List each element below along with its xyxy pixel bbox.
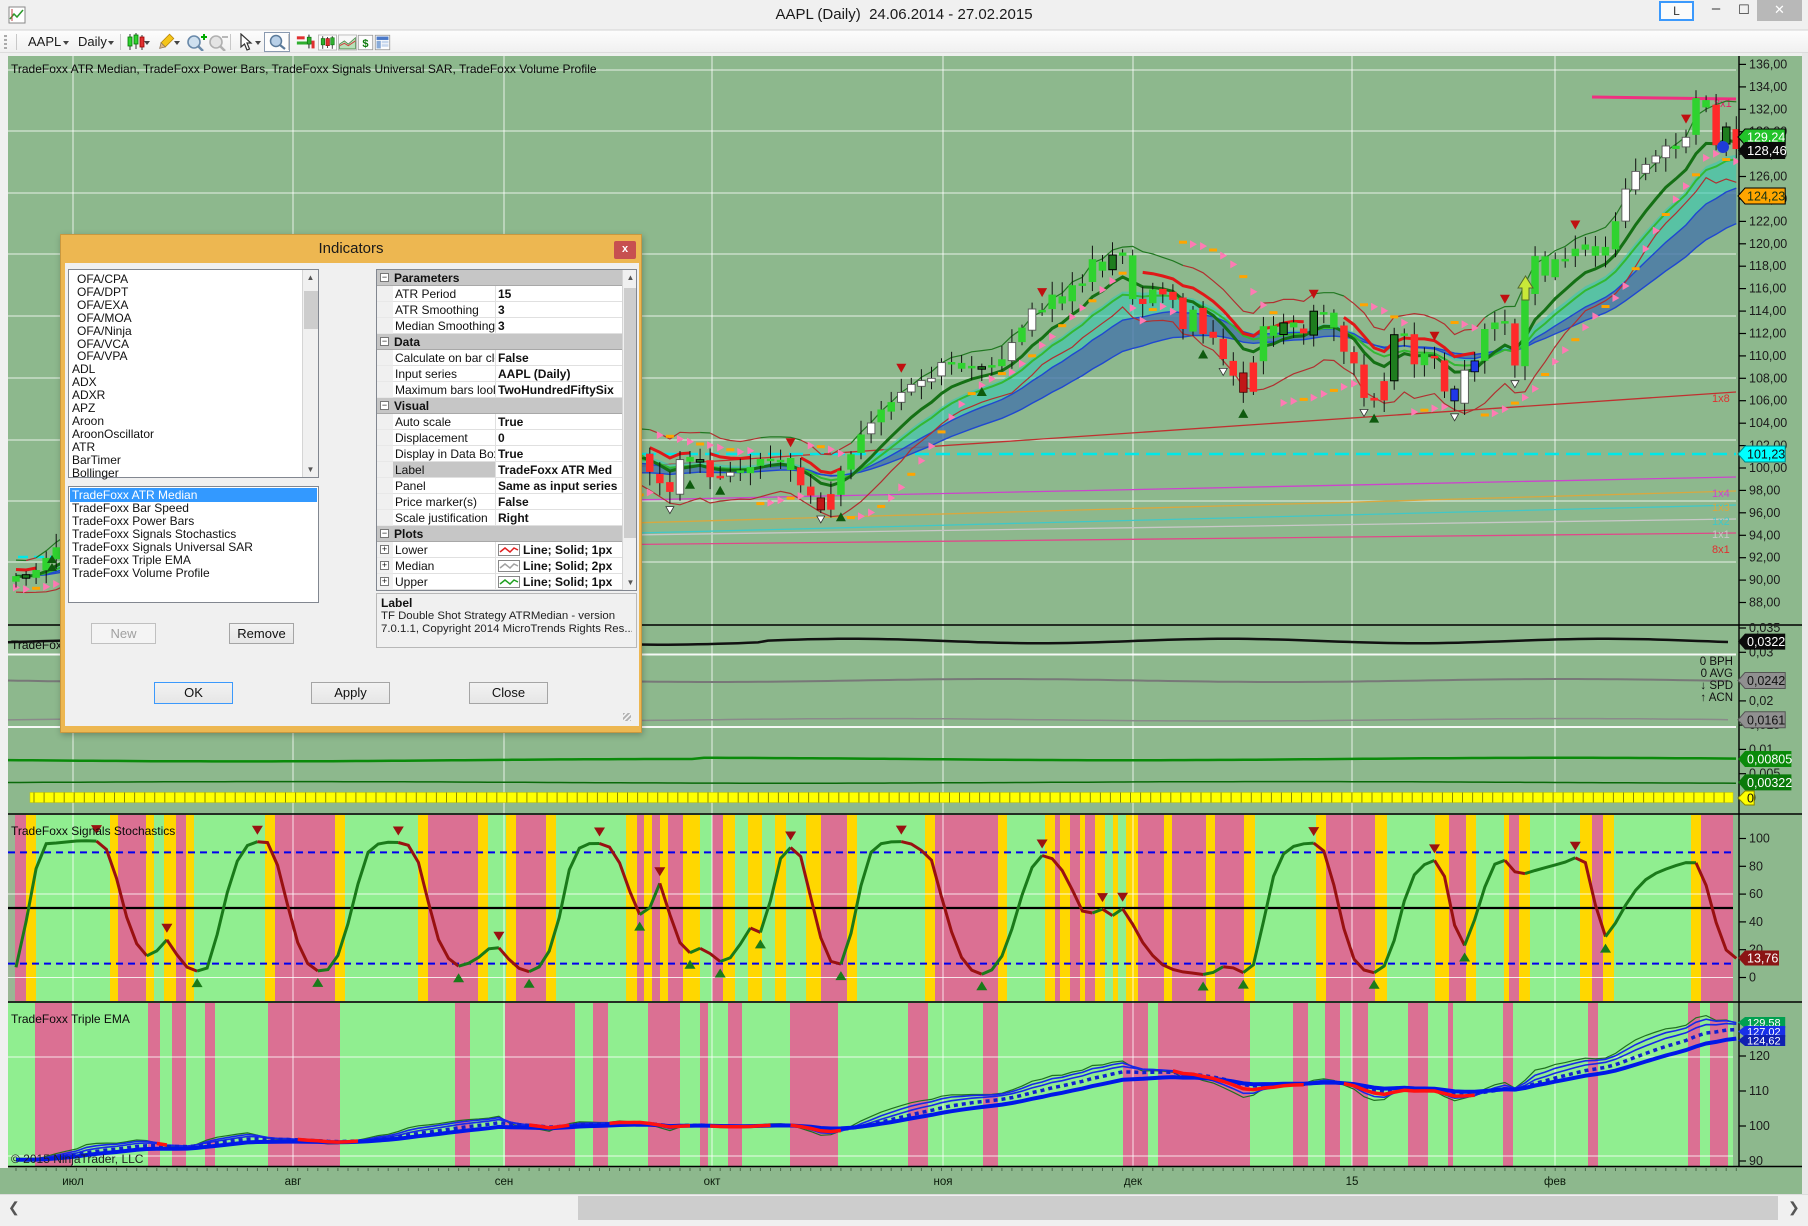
svg-text:120,00: 120,00 (1749, 237, 1787, 251)
svg-text:1x2: 1x2 (1712, 516, 1730, 528)
svg-text:100,00: 100,00 (1749, 461, 1787, 475)
svg-text:120: 120 (1749, 1049, 1770, 1063)
svg-text:↓ SPD: ↓ SPD (1700, 680, 1733, 692)
svg-text:112,00: 112,00 (1749, 327, 1786, 341)
svg-text:0,00805: 0,00805 (1747, 753, 1792, 767)
svg-text:108,00: 108,00 (1749, 371, 1787, 385)
svg-text:8x1: 8x1 (1712, 544, 1730, 556)
svg-text:96,00: 96,00 (1749, 506, 1780, 520)
svg-text:124,62: 124,62 (1747, 1036, 1781, 1048)
svg-text:40: 40 (1749, 915, 1763, 929)
svg-text:TradeFoxx ATR Median, TradeFox: TradeFoxx ATR Median, TradeFoxx Power Ba… (11, 62, 597, 76)
svg-text:90,00: 90,00 (1749, 573, 1780, 587)
svg-text:0: 0 (1747, 792, 1754, 806)
svg-text:88,00: 88,00 (1749, 596, 1780, 610)
svg-text:104,00: 104,00 (1749, 416, 1787, 430)
svg-text:90: 90 (1749, 1154, 1763, 1168)
svg-text:124,23: 124,23 (1747, 190, 1785, 204)
svg-text:60: 60 (1749, 887, 1763, 901)
svg-text:авг: авг (285, 1176, 302, 1188)
svg-text:128,46: 128,46 (1747, 143, 1787, 158)
svg-text:$: $ (362, 38, 368, 50)
svg-text:94,00: 94,00 (1749, 528, 1780, 542)
svg-text:15: 15 (1346, 1176, 1359, 1188)
svg-text:122,00: 122,00 (1749, 214, 1787, 228)
svg-text:126,00: 126,00 (1749, 170, 1787, 184)
svg-text:100: 100 (1749, 832, 1770, 846)
svg-text:0: 0 (1749, 971, 1756, 985)
svg-text:98,00: 98,00 (1749, 483, 1780, 497)
svg-text:0 AVG: 0 AVG (1701, 668, 1733, 680)
svg-text:110: 110 (1749, 1084, 1769, 1098)
svg-text:116,00: 116,00 (1749, 282, 1786, 296)
svg-text:100: 100 (1749, 1119, 1770, 1133)
svg-text:июл: июл (62, 1176, 84, 1188)
svg-text:1x4: 1x4 (1712, 488, 1730, 500)
svg-text:0,035: 0,035 (1749, 621, 1780, 635)
svg-text:134,00: 134,00 (1749, 80, 1787, 94)
svg-text:1x8: 1x8 (1712, 393, 1730, 405)
svg-text:1x1: 1x1 (1712, 529, 1730, 541)
svg-text:92,00: 92,00 (1749, 551, 1780, 565)
svg-text:фев: фев (1544, 1176, 1566, 1188)
svg-text:0,0322: 0,0322 (1747, 635, 1785, 649)
svg-text:132,00: 132,00 (1749, 102, 1787, 116)
svg-text:дек: дек (1124, 1176, 1143, 1188)
svg-text:0,02: 0,02 (1749, 694, 1773, 708)
svg-text:101,23: 101,23 (1747, 448, 1785, 462)
svg-text:106,00: 106,00 (1749, 394, 1787, 408)
svg-text:0 BPH: 0 BPH (1700, 656, 1733, 668)
svg-text:↑ ACN: ↑ ACN (1700, 692, 1733, 704)
svg-text:TradeFoxx Signals Stochastics: TradeFoxx Signals Stochastics (11, 824, 175, 838)
svg-text:110,00: 110,00 (1749, 349, 1786, 363)
svg-text:ноя: ноя (934, 1176, 953, 1188)
svg-text:114,00: 114,00 (1749, 304, 1786, 318)
svg-text:© 2015 NinjaTrader, LLC: © 2015 NinjaTrader, LLC (11, 1152, 144, 1166)
svg-text:136,00: 136,00 (1749, 57, 1787, 71)
svg-text:80: 80 (1749, 859, 1763, 873)
svg-text:0,00322: 0,00322 (1747, 776, 1792, 790)
svg-text:1x3: 1x3 (1712, 502, 1730, 514)
svg-text:118,00: 118,00 (1749, 259, 1786, 273)
svg-text:окт: окт (704, 1176, 722, 1188)
svg-text:0,0161: 0,0161 (1747, 713, 1785, 727)
svg-text:13,76: 13,76 (1747, 952, 1778, 966)
svg-text:сен: сен (495, 1176, 514, 1188)
svg-text:0,0242: 0,0242 (1747, 674, 1785, 688)
svg-text:TradeFoxx Triple EMA: TradeFoxx Triple EMA (11, 1012, 130, 1026)
